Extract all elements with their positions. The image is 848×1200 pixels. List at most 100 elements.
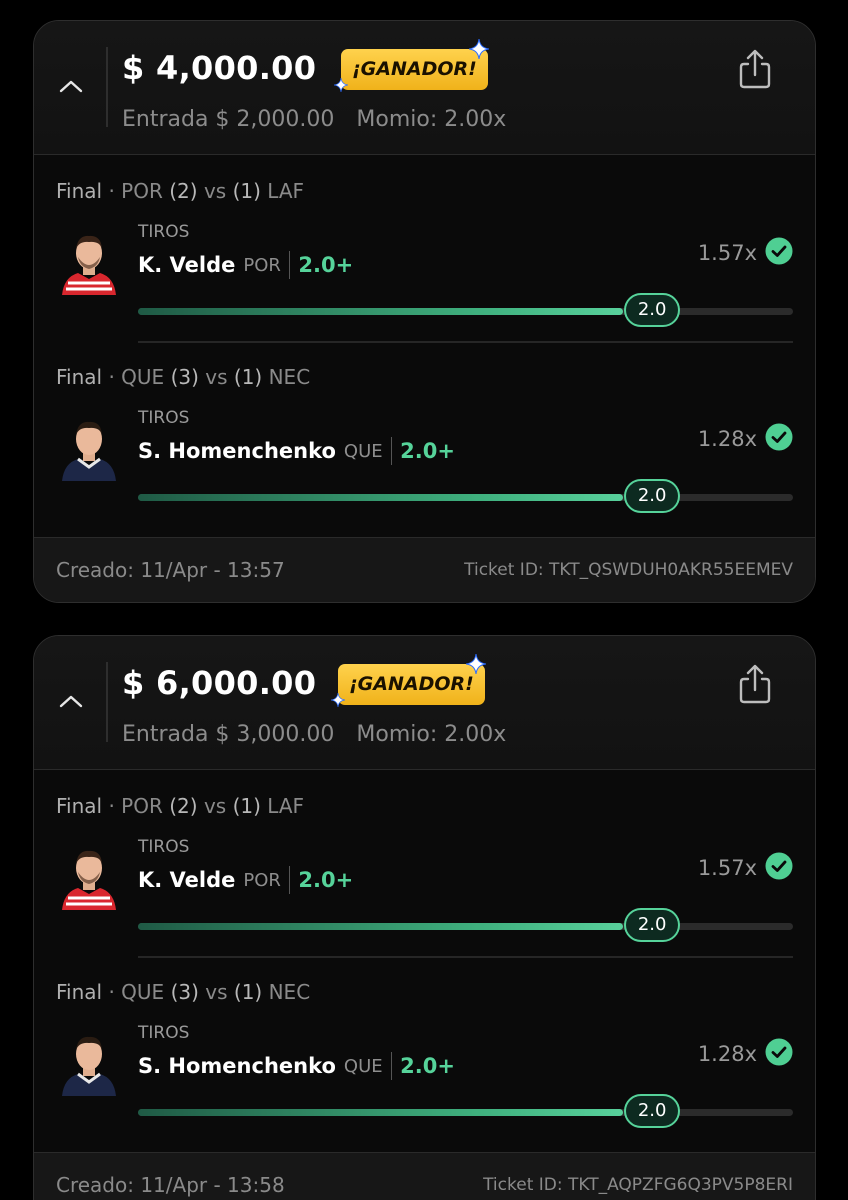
prop-line: 2.0+ [298,253,354,277]
score-home: (2) [169,179,198,203]
leg-multiplier: 1.57x [697,241,757,265]
leg-multiplier: 1.28x [697,427,757,451]
match-info: Final · POR (2) vs (1) LAF [56,179,304,203]
progress-track [138,923,793,930]
match-info: Final · POR (2) vs (1) LAF [56,794,304,818]
leg-row: Final · QUE (3) vs (1) NEC TIROS S. Homenc… [34,956,815,1142]
match-info: Final · QUE (3) vs (1) NEC [56,365,310,389]
progress-track [138,308,793,315]
vs-label: vs [205,365,228,389]
score-away: (1) [232,794,261,818]
created-timestamp: Creado: 11/Apr - 13:58 [56,1173,285,1197]
player-team: POR [243,869,281,891]
sparkle-icon [468,38,490,60]
winner-badge: ¡GANADOR! [338,664,485,705]
stat-type: TIROS [138,1023,190,1043]
leg-divider [138,341,793,343]
team-home: QUE [121,365,165,389]
score-home: (3) [170,980,199,1004]
leg-row: Final · POR (2) vs (1) LAF TIROS K. Velde P… [34,770,815,956]
separator-dot: · [108,980,115,1004]
pipe-divider [390,437,393,465]
ticket-card: $ 6,000.00 ¡GANADOR! Entrada $ 3,000.00 Mom… [33,635,816,1200]
result-pill: 2.0 [624,1094,681,1128]
prop-line: 2.0+ [298,868,354,892]
pipe-divider [288,866,291,894]
team-away: LAF [267,179,305,203]
sparkle-icon [465,653,487,675]
entry-amount: Entrada $ 2,000.00 [122,107,335,132]
match-status: Final [56,179,103,203]
score-away: (1) [233,365,263,389]
separator-dot: · [108,179,115,203]
payout-amount: $ 6,000.00 [122,664,317,702]
share-icon[interactable] [737,49,773,89]
progress-track [138,1109,793,1116]
progress-fill [138,308,623,315]
player-team: QUE [343,1055,383,1077]
entry-amount: Entrada $ 3,000.00 [122,722,335,747]
team-away: NEC [268,980,311,1004]
ticket-id: Ticket ID: TKT_AQPZFG6Q3PV5P8ERI [483,1175,793,1195]
separator-dot: · [108,794,115,818]
result-pill: 2.0 [624,479,681,513]
score-home: (3) [170,365,199,389]
stat-type: TIROS [138,837,190,857]
ticket-footer: Creado: 11/Apr - 13:57 Ticket ID: TKT_QSW… [34,537,815,602]
pipe-divider [288,251,291,279]
created-timestamp: Creado: 11/Apr - 13:57 [56,558,285,582]
player-avatar [54,225,124,295]
momio-value: Momio: 2.00x [356,722,507,747]
leg-row: Final · QUE (3) vs (1) NEC TIROS S. Homenc… [34,341,815,527]
match-status: Final [56,365,103,389]
team-away: LAF [267,794,305,818]
leg-multiplier: 1.57x [697,856,757,880]
leg-row: Final · POR (2) vs (1) LAF TIROS K. Velde P… [34,155,815,341]
player-avatar [54,840,124,910]
progress-fill [138,494,623,501]
match-info: Final · QUE (3) vs (1) NEC [56,980,310,1004]
momio-value: Momio: 2.00x [356,107,507,132]
vs-label: vs [203,794,227,818]
progress-track [138,494,793,501]
sparkle-icon [333,77,349,93]
score-home: (2) [169,794,198,818]
separator-dot: · [108,365,115,389]
stat-type: TIROS [138,222,190,242]
player-line: K. Velde POR 2.0+ [138,251,353,279]
collapse-chevron-icon[interactable] [58,692,84,710]
result-pill: 2.0 [624,293,681,327]
share-icon[interactable] [737,664,773,704]
leg-multiplier: 1.28x [697,1042,757,1066]
check-circle-icon [765,423,793,451]
ticket-id: Ticket ID: TKT_QSWDUH0AKR55EEMEV [464,560,793,580]
check-circle-icon [765,852,793,880]
entry-momio-line: Entrada $ 3,000.00 Momio: 2.00x [122,722,506,747]
team-home: POR [121,794,163,818]
payout-amount: $ 4,000.00 [122,49,317,87]
score-away: (1) [232,179,261,203]
pipe-divider [390,1052,393,1080]
stat-type: TIROS [138,408,190,428]
collapse-chevron-icon[interactable] [58,77,84,95]
ticket-footer: Creado: 11/Apr - 13:58 Ticket ID: TKT_AQP… [34,1152,815,1200]
check-circle-icon [765,1038,793,1066]
result-pill: 2.0 [624,908,681,942]
player-avatar [54,1026,124,1096]
header-divider [106,662,108,742]
player-line: S. Homenchenko QUE 2.0+ [138,437,455,465]
sparkle-icon [330,692,346,708]
header-divider [106,47,108,127]
match-status: Final [56,794,103,818]
entry-momio-line: Entrada $ 2,000.00 Momio: 2.00x [122,107,506,132]
team-home: QUE [121,980,165,1004]
player-name: K. Velde [138,253,236,277]
player-name: S. Homenchenko [138,439,336,463]
ticket-card: $ 4,000.00 ¡GANADOR! Entrada $ 2,000.00 Mom… [33,20,816,603]
ticket-header: $ 6,000.00 ¡GANADOR! Entrada $ 3,000.00 Mom… [34,636,815,770]
match-status: Final [56,980,103,1004]
prop-line: 2.0+ [400,439,455,463]
progress-fill [138,923,623,930]
team-away: NEC [268,365,311,389]
player-name: K. Velde [138,868,236,892]
